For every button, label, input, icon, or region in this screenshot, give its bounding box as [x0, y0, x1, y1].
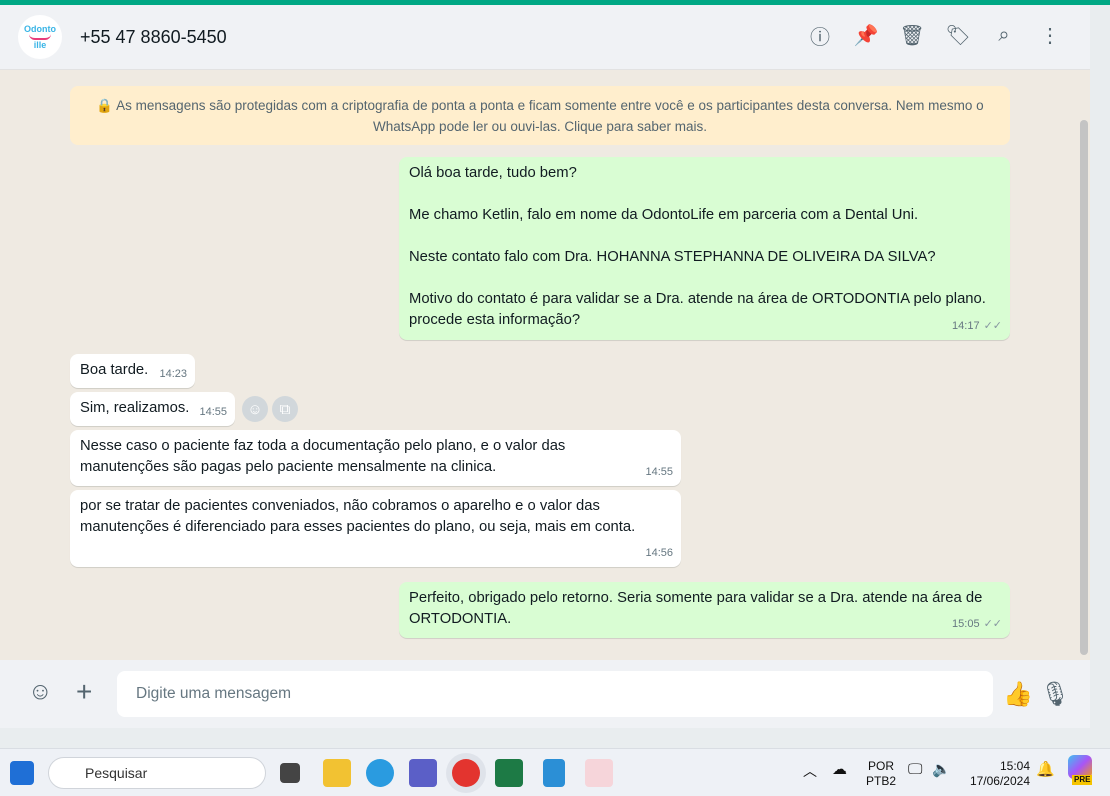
taskbar-search[interactable]: Pesquisar	[48, 757, 266, 789]
onedrive-icon[interactable]: ☁	[832, 762, 847, 777]
task-view-icon[interactable]	[280, 763, 300, 783]
message-input[interactable]: Digite uma mensagem	[117, 671, 993, 717]
chrome-icon[interactable]	[452, 759, 480, 787]
windows-start-icon[interactable]	[10, 761, 34, 785]
message-text: Olá boa tarde, tudo bem?	[409, 165, 577, 181]
delete-icon[interactable]: 🗑	[899, 23, 924, 47]
message-incoming[interactable]: por se tratar de pacientes conveniados, …	[70, 490, 681, 567]
read-ticks-icon: ✓✓	[983, 618, 1002, 630]
message-incoming[interactable]: Nesse caso o paciente faz toda a documen…	[70, 430, 681, 486]
snipping-tool-icon[interactable]	[585, 759, 613, 787]
volume-icon[interactable]: 🔈	[932, 762, 951, 777]
message-time: 14:17	[952, 320, 980, 332]
message-outgoing[interactable]: Olá boa tarde, tudo bem? Me chamo Ketlin…	[399, 157, 1010, 340]
emoji-icon[interactable]: ☺	[28, 678, 53, 706]
message-time: 14:23	[159, 368, 187, 380]
message-text: Nesse caso o paciente faz toda a documen…	[80, 438, 566, 475]
message-text: por se tratar de pacientes conveniados, …	[80, 498, 636, 535]
chat-area: 🔒 As mensagens são protegidas com a crip…	[0, 70, 1090, 660]
message-text: Perfeito, obrigado pelo retorno. Seria s…	[409, 590, 983, 627]
message-text: Motivo do contato é para validar se a Dr…	[409, 291, 986, 328]
notepad-icon[interactable]	[543, 759, 565, 787]
language-indicator[interactable]: POR PTB2	[866, 759, 896, 789]
search-icon[interactable]: ⌕	[992, 23, 1016, 47]
clock[interactable]: 15:04 17/06/2024	[966, 759, 1030, 789]
info-icon[interactable]: ⓘ	[808, 23, 832, 49]
composer: ☺ + Digite uma mensagem 👍 🎙	[0, 660, 1090, 728]
label-icon[interactable]: 🏷	[945, 23, 970, 47]
message-time: 14:56	[645, 547, 673, 559]
excel-icon[interactable]	[495, 759, 523, 787]
message-outgoing[interactable]: Perfeito, obrigado pelo retorno. Seria s…	[399, 582, 1010, 638]
network-icon[interactable]: 🖵	[908, 762, 922, 777]
lang-label: POR	[868, 759, 895, 773]
message-time: 14:55	[645, 466, 673, 478]
read-ticks-icon: ✓✓	[983, 320, 1002, 332]
message-incoming[interactable]: Boa tarde. 14:23	[70, 354, 195, 388]
time: 15:04	[999, 759, 1030, 773]
chat-header: Odonto ille +55 47 8860-5450 ⓘ 📌 🗑 🏷 ⌕ ⋮	[0, 5, 1090, 70]
microphone-icon[interactable]: 🎙	[1040, 680, 1070, 709]
pin-icon[interactable]: 📌	[854, 23, 879, 47]
message-time: 15:05	[952, 618, 980, 630]
message-text: Sim, realizamos.	[80, 400, 190, 416]
copilot-badge: PRE	[1072, 775, 1093, 785]
contact-name[interactable]: +55 47 8860-5450	[80, 27, 227, 48]
search-label: Pesquisar	[85, 765, 148, 781]
menu-icon[interactable]: ⋮	[1038, 23, 1062, 47]
windows-taskbar: Pesquisar ︿ ☁ POR PTB2 🖵 🔈 15:04 17/06/202…	[0, 748, 1110, 796]
avatar-logo-text-2: ille	[33, 40, 47, 50]
avatar[interactable]: Odonto ille	[18, 15, 62, 59]
teams-icon[interactable]	[409, 759, 437, 787]
file-explorer-icon[interactable]	[323, 759, 351, 787]
edge-icon[interactable]	[366, 759, 394, 787]
message-text: Neste contato falo com Dra. HOHANNA STEP…	[409, 249, 936, 265]
message-incoming[interactable]: Sim, realizamos. 14:55	[70, 392, 235, 426]
forward-copy-icon[interactable]: ⧉	[272, 396, 298, 422]
avatar-logo-text: Odonto	[24, 24, 56, 34]
message-text: Boa tarde.	[80, 362, 149, 378]
thumbs-up-icon[interactable]: 👍	[1003, 680, 1033, 709]
message-text: Me chamo Ketlin, falo em nome da OdontoL…	[409, 207, 919, 223]
attach-plus-icon[interactable]: +	[76, 676, 92, 708]
chevron-up-icon[interactable]: ︿	[803, 764, 817, 779]
encryption-notice[interactable]: 🔒 As mensagens são protegidas com a crip…	[70, 86, 1010, 145]
date: 17/06/2024	[969, 774, 1030, 788]
emoji-reaction-icon[interactable]: ☺	[242, 396, 268, 422]
keyboard-label: PTB2	[866, 774, 897, 788]
notification-bell-icon[interactable]: 🔔	[1036, 762, 1055, 777]
message-time: 14:55	[199, 406, 227, 418]
scrollbar[interactable]	[1080, 120, 1088, 655]
